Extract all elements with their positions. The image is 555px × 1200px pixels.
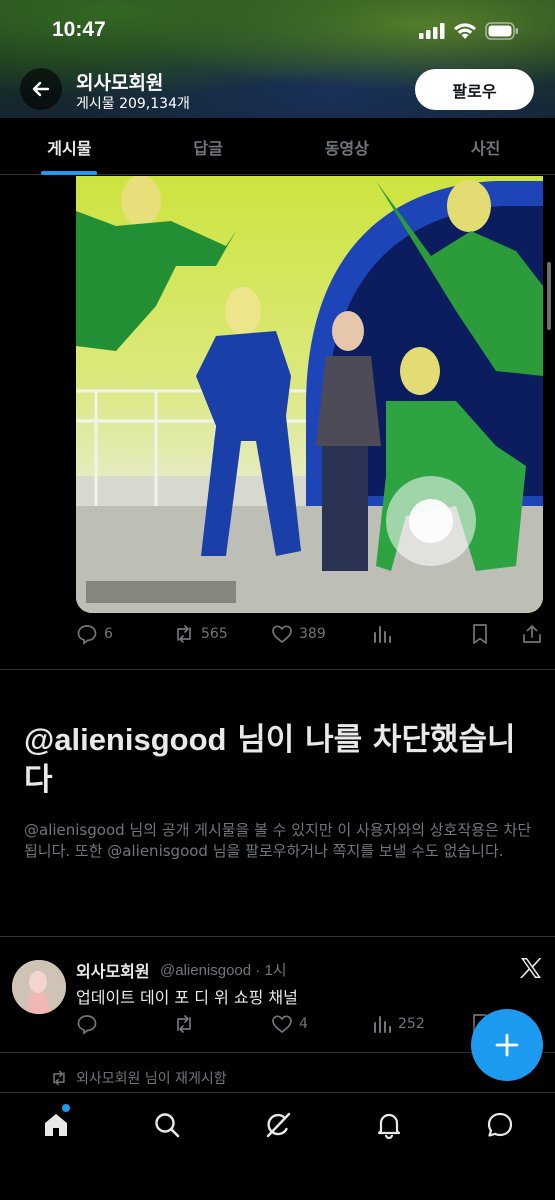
bottom-navigation — [0, 1092, 555, 1200]
x-logo-icon — [520, 958, 542, 978]
nav-messages[interactable] — [482, 1107, 518, 1143]
post-author-meta: @alienisgood · 1시 — [160, 962, 287, 979]
bookmark-icon — [473, 624, 487, 644]
post-divider — [0, 669, 555, 670]
repost-button[interactable]: 565 — [173, 623, 228, 645]
views-icon — [374, 1016, 391, 1033]
status-icons — [419, 22, 519, 40]
reply-icon — [77, 1015, 97, 1035]
section-divider — [0, 936, 555, 937]
tab-posts[interactable]: 게시물 — [0, 118, 139, 175]
reply-icon — [77, 625, 97, 645]
reply-count: 6 — [104, 626, 113, 642]
post-actions: 6 565 389 — [76, 619, 546, 649]
wifi-icon — [454, 23, 476, 39]
status-time: 10:47 — [52, 18, 106, 41]
repost-notice-text: 외사모회원 님이 재게시함 — [76, 1071, 227, 1087]
post-text: 업데이트 데이 포 디 위 쇼핑 채널 — [76, 988, 298, 1007]
repost-icon — [53, 1070, 65, 1086]
profile-tabs: 게시물 답글 동영상 사진 — [0, 118, 555, 175]
plus-icon — [495, 1033, 519, 1057]
back-arrow-icon — [32, 81, 50, 97]
profile-name: 외사모회원 — [76, 72, 164, 94]
post2-reply-button[interactable] — [76, 1013, 98, 1035]
messages-icon — [487, 1112, 513, 1137]
like-count: 389 — [299, 626, 326, 642]
follow-button[interactable]: 팔로우 — [415, 69, 534, 110]
alien-photo — [76, 176, 543, 613]
like-icon — [272, 625, 292, 644]
views-button[interactable] — [372, 624, 392, 644]
signal-icon — [419, 23, 445, 39]
post2-like-button[interactable]: 4 — [271, 1013, 308, 1035]
blocked-title: @alienisgood 님이 나를 차단했습니다 — [24, 720, 534, 800]
repost-notice: 외사모회원 님이 재게시함 — [50, 1068, 227, 1088]
share-button[interactable] — [522, 623, 542, 645]
post2-views-button[interactable]: 252 — [372, 1014, 425, 1034]
scrollbar-thumb[interactable] — [547, 262, 551, 330]
battery-icon — [485, 22, 518, 40]
nav-grok[interactable] — [260, 1107, 296, 1143]
grok-icon — [266, 1112, 291, 1138]
share-icon — [523, 625, 541, 643]
views-icon — [374, 626, 391, 643]
post-media-image[interactable] — [76, 176, 543, 613]
blocked-description: @alienisgood 님의 공개 게시물을 볼 수 있지만 이 사용자와의 … — [24, 821, 532, 860]
repost-icon — [177, 1015, 191, 1033]
avatar-image — [12, 960, 66, 1014]
tab-replies[interactable]: 답글 — [139, 118, 278, 175]
home-notification-dot — [62, 1104, 70, 1112]
nav-notifications[interactable] — [371, 1107, 407, 1143]
home-icon — [45, 1114, 67, 1136]
status-bar: 10:47 — [0, 0, 555, 62]
post2-like-count: 4 — [299, 1016, 308, 1032]
post2-repost-button[interactable] — [173, 1013, 195, 1035]
post2-view-count: 252 — [398, 1016, 425, 1032]
profile-header: 10:47 외사모회원 게시물 209,134개 팔로우 — [0, 0, 555, 118]
post-count: 게시물 209,134개 — [76, 96, 190, 112]
post-author-name[interactable]: 외사모회원 — [76, 958, 150, 982]
repost-count: 565 — [201, 626, 228, 642]
back-button[interactable] — [20, 68, 62, 110]
nav-home[interactable] — [38, 1107, 74, 1143]
bookmark-button[interactable] — [470, 623, 490, 645]
tab-videos[interactable]: 동영상 — [278, 118, 417, 175]
search-icon — [155, 1113, 180, 1138]
like-icon — [272, 1015, 292, 1034]
nav-search[interactable] — [149, 1107, 185, 1143]
notifications-icon — [377, 1113, 401, 1139]
tab-photos[interactable]: 사진 — [416, 118, 555, 175]
blocked-handle: @alienisgood — [24, 722, 227, 757]
profile-top-row: 외사모회원 게시물 209,134개 팔로우 — [0, 62, 555, 118]
repost-icon — [177, 625, 191, 643]
reply-button[interactable]: 6 — [76, 623, 113, 645]
compose-post-button[interactable] — [471, 1009, 543, 1081]
like-button[interactable]: 389 — [271, 623, 326, 645]
avatar[interactable] — [12, 960, 66, 1014]
